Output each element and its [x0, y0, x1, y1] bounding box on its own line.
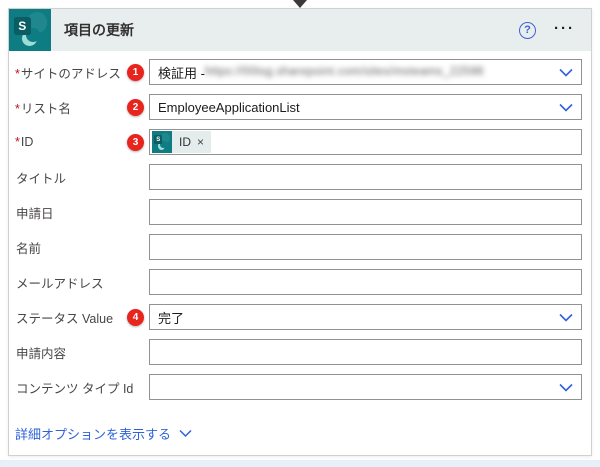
- chevron-down-icon[interactable]: [179, 429, 192, 438]
- field-row-list-name: *リスト名 2 EmployeeApplicationList: [15, 94, 582, 120]
- header-actions: ? ···: [519, 21, 591, 40]
- list-name-dropdown[interactable]: EmployeeApplicationList: [149, 94, 582, 120]
- chevron-down-icon[interactable]: [559, 383, 573, 392]
- list-name-value: EmployeeApplicationList: [158, 100, 300, 115]
- field-row-application-content: 申請内容: [15, 339, 582, 365]
- help-icon[interactable]: ?: [519, 22, 536, 39]
- email-address-input[interactable]: [149, 269, 582, 295]
- page: S 項目の更新 ? ··· *サイトのアドレス 1 検証用 - https://…: [0, 0, 600, 467]
- title-input[interactable]: [149, 164, 582, 190]
- field-label-cell: タイトル: [15, 168, 149, 187]
- field-label: メールアドレス: [15, 273, 104, 292]
- field-label: コンテンツ タイプ Id: [15, 378, 133, 397]
- dynamic-content-token-id[interactable]: S ID ×: [152, 131, 211, 153]
- application-date-input[interactable]: [149, 199, 582, 225]
- card-title: 項目の更新: [64, 20, 134, 40]
- id-token[interactable]: S ID ×: [149, 129, 582, 155]
- name-input[interactable]: [149, 234, 582, 260]
- field-label: 申請日: [15, 203, 54, 222]
- token-remove-icon[interactable]: ×: [197, 135, 204, 149]
- sharepoint-token-icon: S: [152, 131, 172, 153]
- field-label: 申請内容: [15, 343, 66, 362]
- card-footer: 詳細オプションを表示する: [9, 409, 591, 443]
- flow-connector-arrow-icon: [293, 0, 307, 8]
- chevron-down-icon[interactable]: [559, 68, 573, 77]
- required-asterisk: *: [15, 102, 20, 116]
- step-number-badge: 1: [127, 64, 144, 81]
- chevron-down-icon[interactable]: [559, 103, 573, 112]
- field-row-email-address: メールアドレス: [15, 269, 582, 295]
- field-row-site-address: *サイトのアドレス 1 検証用 - https://00tsg.sharepoi…: [15, 59, 582, 85]
- step-number-badge: 2: [127, 99, 144, 116]
- site-address-redacted-value: https://00tsg.sharepoint.com/sites/mstea…: [205, 66, 484, 78]
- field-row-name: 名前: [15, 234, 582, 260]
- required-asterisk: *: [15, 135, 20, 149]
- step-number-badge: 4: [127, 309, 144, 326]
- ellipsis-menu-icon[interactable]: ···: [554, 21, 575, 40]
- field-label-cell: *リスト名 2: [15, 98, 149, 117]
- field-label: *サイトのアドレス: [15, 63, 121, 82]
- field-label: 名前: [15, 238, 41, 257]
- field-label-cell: 申請内容: [15, 343, 149, 362]
- field-label-cell: 申請日: [15, 203, 149, 222]
- field-label-cell: メールアドレス: [15, 273, 149, 292]
- field-label-cell: 名前: [15, 238, 149, 257]
- token-label: ID: [179, 135, 191, 149]
- field-row-content-type-id: コンテンツ タイプ Id: [15, 374, 582, 400]
- field-row-application-date: 申請日: [15, 199, 582, 225]
- required-asterisk: *: [15, 67, 20, 81]
- field-label: *リスト名: [15, 98, 71, 117]
- status-value-value: 完了: [158, 308, 184, 327]
- field-row-status-value: ステータス Value 4 完了: [15, 304, 582, 330]
- site-address-dropdown[interactable]: 検証用 - https://00tsg.sharepoint.com/sites…: [149, 59, 582, 85]
- card-header[interactable]: S 項目の更新 ? ···: [9, 9, 591, 51]
- sharepoint-icon: S: [9, 9, 51, 51]
- field-label-cell: ステータス Value 4: [15, 308, 149, 327]
- field-label: タイトル: [15, 168, 66, 187]
- application-content-input[interactable]: [149, 339, 582, 365]
- field-row-title: タイトル: [15, 164, 582, 190]
- field-label: ステータス Value: [15, 308, 113, 327]
- field-label: *ID: [15, 135, 33, 149]
- field-label-cell: *サイトのアドレス 1: [15, 63, 149, 82]
- site-address-value: 検証用 -: [158, 63, 205, 82]
- field-label-cell: *ID 3: [15, 134, 149, 151]
- show-advanced-options-link[interactable]: 詳細オプションを表示する: [15, 424, 171, 443]
- page-bottom-strip: [0, 460, 600, 467]
- field-row-id: *ID 3 S ID ×: [15, 129, 582, 155]
- content-type-id-dropdown[interactable]: [149, 374, 582, 400]
- chevron-down-icon[interactable]: [559, 313, 573, 322]
- status-value-dropdown[interactable]: 完了: [149, 304, 582, 330]
- update-item-action-card: S 項目の更新 ? ··· *サイトのアドレス 1 検証用 - https://…: [8, 8, 592, 456]
- step-number-badge: 3: [127, 134, 144, 151]
- card-body: *サイトのアドレス 1 検証用 - https://00tsg.sharepoi…: [9, 51, 591, 400]
- field-label-cell: コンテンツ タイプ Id: [15, 378, 149, 397]
- sharepoint-icon-s-glyph: S: [14, 17, 31, 34]
